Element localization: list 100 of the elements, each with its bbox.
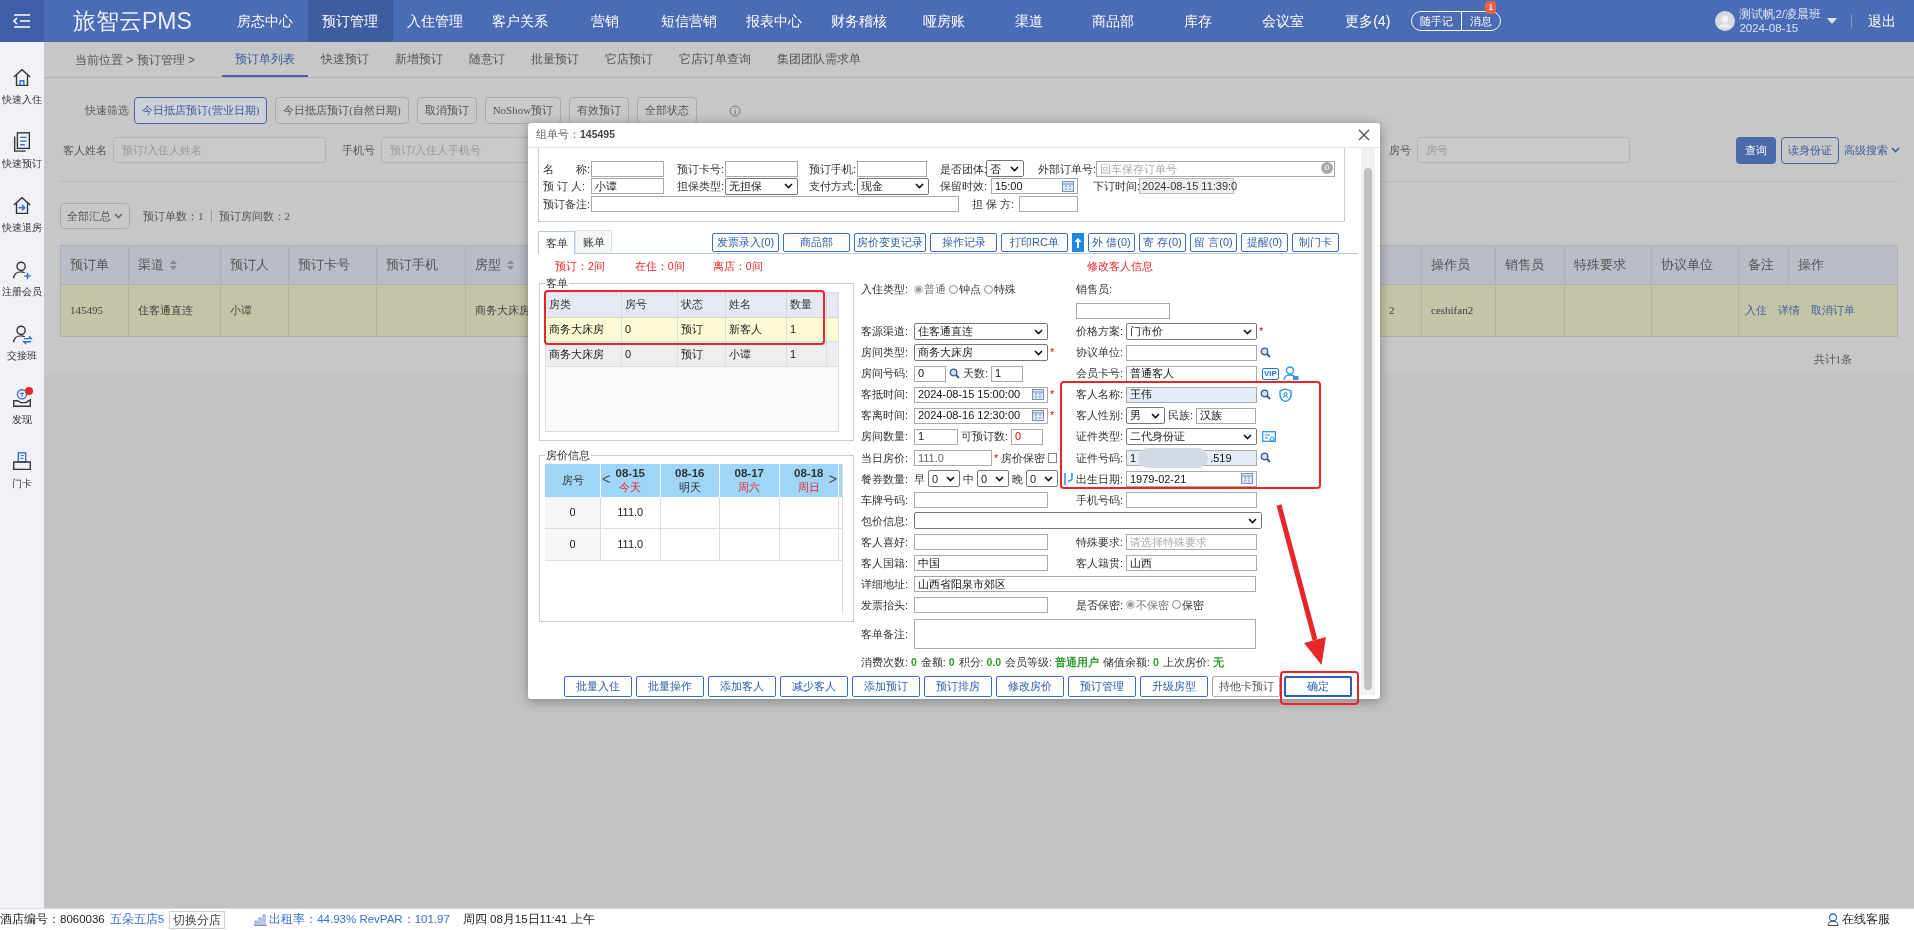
field-label: 包价信息: bbox=[861, 513, 910, 529]
field-label: 客人籍贯: bbox=[1076, 555, 1123, 571]
day-label: 明天 bbox=[678, 480, 701, 494]
table-cell-text: 商务大床房 bbox=[549, 322, 604, 337]
field-label: 房间数量: bbox=[861, 429, 910, 445]
field-label: 保留时效: bbox=[940, 179, 989, 194]
date-label: 08-15 bbox=[615, 466, 645, 480]
room-count: 预订：2间 bbox=[555, 258, 605, 274]
field-label: 发票抬头: bbox=[861, 597, 910, 613]
field-label: 客人性别: bbox=[1076, 408, 1123, 424]
field-label: 客源渠道: bbox=[861, 324, 910, 340]
stat-value: 0 bbox=[948, 655, 955, 671]
user-name: 测试帆2/凌晨班 bbox=[1739, 7, 1821, 21]
field-label: 中 bbox=[963, 471, 974, 487]
table-cell-text: 0 bbox=[569, 536, 576, 552]
field-label: 是否团体: bbox=[940, 161, 986, 177]
date-label: 08-18 bbox=[794, 466, 824, 480]
table-cell-text: 2 bbox=[1389, 303, 1395, 319]
field-label: 证件类型: bbox=[1076, 429, 1123, 445]
app-logo: 旅智云PMS bbox=[73, 6, 193, 36]
field-label: 销售员: bbox=[1076, 282, 1114, 298]
header-text: 预订手机 bbox=[386, 256, 438, 274]
field-label: 客抵时间: bbox=[861, 387, 910, 403]
field-label: 详细地址: bbox=[861, 576, 910, 592]
field-label: 车牌号码: bbox=[861, 492, 910, 508]
breadcrumb: 当前位置 > 预订管理 > bbox=[75, 51, 196, 69]
stat-label: 金额: bbox=[920, 655, 946, 671]
stat-value: 0 bbox=[910, 655, 917, 671]
table-cell-text: 预订 bbox=[681, 346, 703, 362]
column-header: 房号 bbox=[545, 463, 601, 497]
column-header: 姓名 bbox=[726, 292, 787, 317]
header-text: 预订卡号 bbox=[298, 256, 350, 274]
column-header: 数量 bbox=[787, 292, 827, 317]
field-label: 天数: bbox=[963, 366, 989, 382]
field-label: 客离时间: bbox=[861, 408, 910, 424]
hotel-id: 酒店编号：8060036 bbox=[0, 911, 105, 927]
table-cell-text: 0 bbox=[569, 504, 576, 520]
field-label: 客人喜好: bbox=[861, 534, 910, 550]
occupancy-stats: 出租率：44.93% RevPAR：101.97 bbox=[269, 911, 450, 927]
field-label: 手机号码: bbox=[1076, 492, 1123, 508]
stat-label: 上次房价: bbox=[1162, 655, 1210, 671]
field-label: 外部订单号: bbox=[1038, 161, 1096, 177]
filter-label: 快速筛选 bbox=[85, 103, 129, 119]
vip-badge: VIP bbox=[1262, 367, 1279, 380]
field-label: 民族: bbox=[1168, 408, 1194, 424]
total-count: 共计1条 bbox=[1813, 352, 1852, 367]
field-label: 特殊要求: bbox=[1076, 534, 1123, 550]
field-label: 房号 bbox=[1389, 142, 1411, 158]
shift-date: 2024-08-15 bbox=[1739, 21, 1800, 35]
table-cell-text: 商务大床房 bbox=[549, 346, 604, 362]
field-label: 客人国籍: bbox=[861, 555, 910, 571]
field-label: 出生日期: bbox=[1076, 471, 1123, 487]
column-header: 房号 bbox=[622, 292, 678, 317]
stat-value: 0 bbox=[1152, 655, 1159, 671]
stat-value: 0.0 bbox=[986, 655, 1002, 671]
field-label: 是否保密: bbox=[1076, 597, 1123, 613]
field-label: 餐券数量: bbox=[861, 471, 910, 487]
field-label: 担 保 方: bbox=[972, 196, 1016, 212]
table-cell-text: 预订 bbox=[681, 322, 703, 337]
stat-value: 无 bbox=[1212, 655, 1224, 671]
field-label: 客人姓名 bbox=[63, 142, 107, 158]
table-cell-text: 小谭 bbox=[230, 303, 252, 319]
table-cell-text: 小谭 bbox=[729, 346, 751, 362]
field-label: 手机号 bbox=[342, 142, 375, 158]
field-label: 房间号码: bbox=[861, 366, 910, 382]
column-header: 状态 bbox=[678, 292, 726, 317]
room-count: 预订房间数：2 bbox=[218, 208, 290, 224]
stat-label: 储值余额: bbox=[1103, 655, 1150, 671]
required-mark: * bbox=[1050, 408, 1055, 424]
field-label: 房价保密 bbox=[1001, 450, 1046, 466]
dialog-title-label: 组单号： bbox=[536, 127, 580, 143]
panel-title: 房价信息 bbox=[545, 448, 591, 463]
room-count: 离店：0间 bbox=[712, 258, 763, 274]
field-label: 协议单位: bbox=[1076, 345, 1123, 361]
header-text: 房型 bbox=[475, 256, 501, 274]
day-label: 周六 bbox=[738, 480, 761, 494]
field-label: 当日房价: bbox=[861, 450, 910, 466]
date-time: 周四 08月15日11:41 上午 bbox=[462, 911, 595, 927]
header-text: 渠道 bbox=[138, 256, 164, 274]
field-label: 可预订数: bbox=[961, 429, 1009, 445]
table-cell-text: 111.0 bbox=[617, 536, 644, 552]
field-label: 证件号码: bbox=[1076, 450, 1123, 466]
required-mark: * bbox=[1050, 345, 1055, 361]
day-label: 今天 bbox=[619, 480, 642, 494]
radio-label: 保密 bbox=[1182, 597, 1204, 613]
table-cell-text: 住客通直连 bbox=[138, 303, 193, 319]
field-label: 预订手机: bbox=[809, 161, 857, 177]
stat-label: 消费次数: bbox=[861, 655, 908, 671]
required-mark: * bbox=[1259, 324, 1264, 340]
field-label: 早 bbox=[914, 471, 925, 487]
table-cell-text: 新客人 bbox=[729, 322, 762, 337]
field-label: 客单备注: bbox=[861, 626, 910, 642]
field-label: 价格方案: bbox=[1076, 324, 1123, 340]
radio-label: 特殊 bbox=[994, 282, 1016, 298]
field-label: 预 订 人: bbox=[543, 179, 587, 194]
date-label: 08-17 bbox=[734, 466, 764, 480]
room-count: 在住：0间 bbox=[634, 258, 685, 274]
section-title: 修改客人信息 bbox=[1087, 258, 1153, 274]
field-label: 入住类型: bbox=[861, 282, 910, 298]
order-count: 预订单数：1 bbox=[143, 208, 204, 224]
